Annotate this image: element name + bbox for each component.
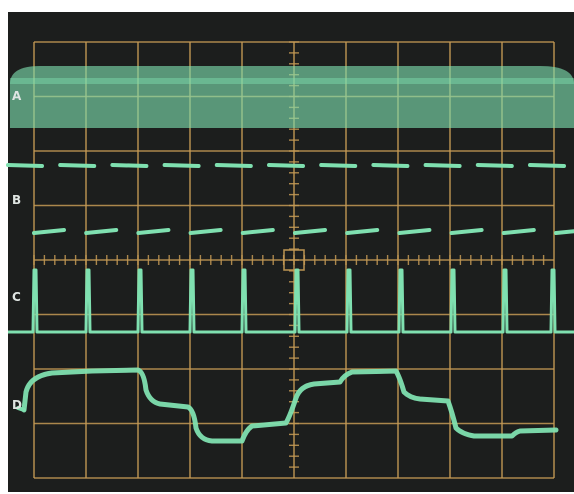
trace-b-upper-dash xyxy=(423,163,462,168)
trace-a-band xyxy=(10,66,574,128)
trace-b-upper-dash xyxy=(528,163,566,168)
trace-b-upper-dash xyxy=(371,163,410,168)
trace-b-upper-dash xyxy=(162,163,201,168)
trace-b-upper-dash xyxy=(319,163,358,168)
trace-b-upper-dash xyxy=(214,163,253,168)
trace-label-d: D xyxy=(12,398,22,412)
trace-b-upper-dash xyxy=(475,163,514,168)
trace-label-b: B xyxy=(12,193,21,207)
trace-b-upper-dash xyxy=(267,163,305,168)
trace-b-upper-dash xyxy=(110,163,149,168)
oscilloscope-screen: A B C D xyxy=(0,0,574,494)
trace-b-upper-dash xyxy=(6,163,44,168)
trace-b-upper-dash xyxy=(58,163,97,168)
trace-label-a: A xyxy=(12,89,22,103)
trace-label-c: C xyxy=(12,290,21,304)
trace-a-highlight xyxy=(10,78,574,84)
